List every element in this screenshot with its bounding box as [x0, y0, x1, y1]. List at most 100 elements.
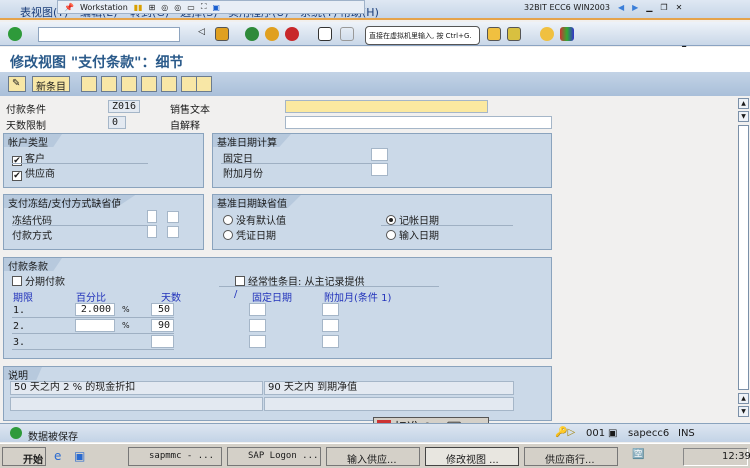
vendor-checkbox[interactable]: ✔ 供应商 — [12, 165, 55, 181]
vertical-scrollbar[interactable]: ▲ ▼ ▲ ▼ — [738, 98, 749, 420]
group-title: 基准日期缺省值 — [213, 195, 301, 208]
layout-icon[interactable] — [560, 27, 574, 41]
unity-icon[interactable]: ▣ — [212, 3, 220, 12]
payment-terms-field[interactable]: Z016 — [108, 100, 140, 113]
additional-months-field[interactable] — [371, 163, 388, 176]
success-icon — [10, 427, 22, 439]
print-icon[interactable] — [318, 27, 332, 41]
next-vm-icon[interactable]: ▶ — [632, 3, 638, 12]
delete-icon[interactable] — [101, 76, 117, 92]
minimize-icon[interactable]: ▁ — [646, 3, 652, 12]
row-2-percent[interactable] — [75, 319, 115, 332]
find-icon[interactable] — [340, 27, 354, 41]
entry-date-radio[interactable]: 输入日期 — [386, 227, 439, 242]
row-1-percent[interactable]: 2.000 — [75, 303, 115, 316]
back-arrow-icon[interactable]: ◁ — [198, 27, 212, 41]
payment-method-field[interactable] — [147, 225, 157, 238]
baseline-date-calc-group: 基准日期计算 固定日 附加月份 — [212, 133, 552, 188]
explanation-line-2b — [264, 397, 514, 411]
restore-icon[interactable]: ❐ — [660, 3, 667, 12]
vm-name: 32BIT ECC6 WIN2003 — [524, 2, 610, 12]
network-icon[interactable]: ⊞ — [149, 3, 156, 12]
enter-icon[interactable] — [8, 27, 22, 41]
prev-vm-icon[interactable]: ◀ — [618, 3, 624, 12]
previous-entry-icon[interactable] — [141, 76, 157, 92]
account-type-group: 帐户类型 ✔ 客户 ✔ 供应商 — [3, 133, 204, 188]
row-1-add-month[interactable] — [322, 303, 339, 316]
revert-icon[interactable]: ◎ — [174, 3, 181, 12]
exit-icon[interactable] — [265, 27, 279, 41]
block-key-search[interactable] — [167, 211, 179, 223]
windows-taskbar: 开始 e ▣ sapmmc - ... SAP Logon ... 输入供应..… — [0, 443, 750, 468]
own-explanation-field[interactable] — [285, 116, 552, 129]
explanation-line-1b: 90 天之内 到期净值 — [264, 381, 514, 395]
sales-text-field[interactable] — [285, 100, 488, 113]
row-3-days[interactable] — [151, 335, 174, 348]
help-icon[interactable] — [540, 27, 554, 41]
cancel-icon[interactable] — [285, 27, 299, 41]
group-title: 付款条款 — [4, 258, 62, 271]
desktop-icon[interactable]: ▣ — [74, 449, 85, 463]
scroll-down-icon[interactable]: ▼ — [738, 111, 749, 122]
scroll-down-icon[interactable]: ▼ — [738, 406, 749, 417]
other-entry-icon[interactable] — [196, 76, 212, 92]
pause-icon[interactable]: ▮▮ — [134, 3, 143, 12]
variant-icon[interactable] — [181, 76, 197, 92]
undo-icon[interactable] — [121, 76, 137, 92]
scroll-up-icon[interactable]: ▲ — [738, 393, 749, 404]
day-limit-field[interactable]: 0 — [108, 116, 126, 129]
pin-icon[interactable]: 📌 — [64, 3, 74, 12]
row-3-add-month[interactable] — [322, 335, 339, 348]
vm-workstation-menu[interactable]: Workstation — [80, 3, 128, 12]
checkmark-icon: ✔ — [12, 171, 22, 181]
fixed-day-field[interactable] — [371, 148, 388, 161]
row-2-add-month[interactable] — [322, 319, 339, 332]
payment-method-search[interactable] — [167, 226, 179, 238]
row-1-days[interactable]: 50 — [151, 303, 174, 316]
insert-mode: INS — [678, 428, 695, 439]
snapshot-icon[interactable]: ◎ — [161, 3, 168, 12]
page-title: 修改视图 "支付条款"：细节 — [10, 55, 184, 71]
shortcut-icon[interactable] — [507, 27, 521, 41]
back-icon[interactable] — [245, 27, 259, 41]
language-icon[interactable]: 🈳 — [632, 449, 644, 460]
task-vendor-line[interactable]: 供应商行... — [524, 447, 618, 466]
start-button[interactable]: 开始 — [2, 447, 46, 466]
col-slash: / — [234, 289, 238, 300]
sales-text-label: 销售文本 — [170, 105, 210, 116]
create-session-icon[interactable] — [487, 27, 501, 41]
tooltip: 直接在虚拟机里输入, 按 Ctrl+G. — [365, 26, 480, 45]
scroll-up-icon[interactable]: ▲ — [738, 98, 749, 109]
key-icon[interactable]: 🔑▷ — [555, 427, 575, 438]
no-default-radio[interactable]: 没有默认值 — [223, 212, 286, 227]
col-days: 天数 — [161, 293, 181, 304]
fullscreen-icon[interactable]: ⛶ — [201, 2, 207, 12]
row-2-days[interactable]: 90 — [151, 319, 174, 332]
copy-icon[interactable] — [81, 76, 97, 92]
close-icon[interactable]: ✕ — [676, 3, 683, 12]
save-icon[interactable] — [215, 27, 229, 41]
session-icon[interactable]: ▣ — [608, 428, 617, 439]
task-sap-logon[interactable]: SAP Logon ... — [227, 447, 321, 466]
view-icon[interactable]: ▭ — [187, 3, 195, 12]
block-key-field[interactable] — [147, 210, 157, 223]
clock: 12:39 — [722, 451, 750, 462]
installment-checkbox[interactable]: 分期付款 — [12, 273, 65, 288]
command-field[interactable] — [38, 27, 180, 42]
display-change-icon[interactable]: ✎ — [8, 76, 26, 92]
own-explanation-label: 自解释 — [170, 121, 200, 132]
new-entries-button[interactable]: 新条目 — [32, 76, 70, 93]
client: 001 — [586, 428, 606, 439]
ie-icon[interactable]: e — [54, 449, 61, 463]
task-sapmmc[interactable]: sapmmc - ... — [128, 447, 222, 466]
task-change-view[interactable]: 修改视图 ... — [425, 447, 519, 466]
row-1-fixed-date[interactable] — [249, 303, 266, 316]
document-date-radio[interactable]: 凭证日期 — [223, 227, 276, 242]
payment-method-label: 付款方式 — [12, 231, 52, 242]
scroll-track[interactable] — [738, 125, 749, 390]
next-entry-icon[interactable] — [161, 76, 177, 92]
application-toolbar: ✎ 新条目 — [0, 72, 750, 96]
row-2-fixed-date[interactable] — [249, 319, 266, 332]
row-3-fixed-date[interactable] — [249, 335, 266, 348]
task-input-vendor[interactable]: 输入供应... — [326, 447, 420, 466]
